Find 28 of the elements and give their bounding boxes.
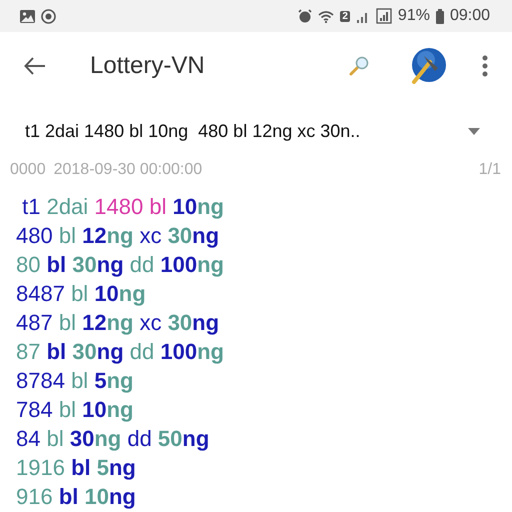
signal-icon <box>376 8 392 24</box>
bet-line: 784 bl 10ng <box>16 396 134 424</box>
bet-line: t1 2dai 1480 bl 10ng <box>21 193 225 221</box>
battery-percent: 91% <box>398 7 430 25</box>
dropdown-caret-icon <box>468 128 480 134</box>
bet-line: 8784 bl 5ng <box>16 367 134 395</box>
clock-time: 09:00 <box>450 7 490 25</box>
bet-line: 8487 bl 10ng <box>16 280 147 308</box>
entry-datetime: 2018-09-30 00:00:00 <box>54 161 202 179</box>
alarm-icon <box>298 9 312 23</box>
battery-icon <box>436 8 444 24</box>
bet-line: 84 bl 30ng dd 50ng <box>16 425 210 453</box>
wifi-icon <box>318 10 334 22</box>
back-arrow-icon[interactable] <box>24 57 46 75</box>
bet-line: 87 bl 30ng dd 100ng <box>16 338 225 366</box>
entry-dropdown[interactable]: t1 2dai 1480 bl 10ng 480 bl 12ng xc 30n.. <box>0 100 512 162</box>
image-icon <box>20 10 35 22</box>
entry-code: 0000 <box>10 161 46 179</box>
page-indicator: 1/1 <box>478 161 501 179</box>
bet-line: 80 bl 30ng dd 100ng <box>16 251 225 279</box>
more-options-icon[interactable] <box>482 55 488 77</box>
sim-badge: 2 <box>340 10 350 22</box>
app-title: Lottery-VN <box>90 52 205 80</box>
bet-line: 916 bl 10ng <box>16 483 137 511</box>
sync-icon <box>41 8 56 24</box>
bet-line: 487 bl 12ng xc 30ng <box>16 309 220 337</box>
bet-line: 1916 bl 5ng <box>16 454 137 482</box>
bet-line: 480 bl 12ng xc 30ng <box>16 222 220 250</box>
